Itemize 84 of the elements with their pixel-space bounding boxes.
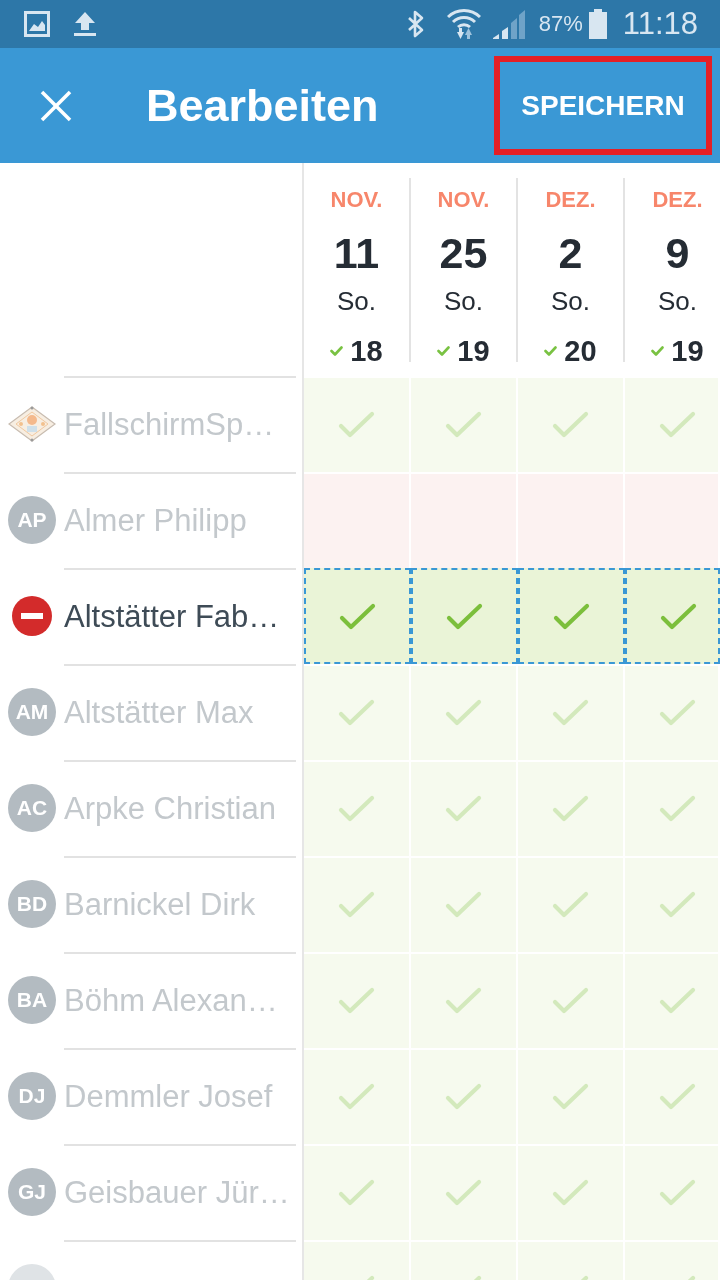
- check-icon: [552, 795, 589, 823]
- upload-icon: [74, 11, 96, 37]
- check-icon: [659, 1179, 696, 1207]
- check-icon: [659, 987, 696, 1015]
- bluetooth-icon: [406, 9, 425, 39]
- member-name: Demmler Josef: [64, 1079, 273, 1115]
- day-number: 11: [333, 229, 380, 277]
- weekday-label: So.: [551, 285, 590, 317]
- member-name: Böhm Alexan…: [64, 983, 278, 1019]
- signal-icon: [492, 9, 525, 39]
- member-name: Altstätter Fab…: [64, 599, 280, 635]
- member-name: Almer Philipp: [64, 503, 247, 539]
- clock-time: 11:18: [622, 6, 698, 42]
- check-icon: [338, 891, 375, 919]
- remove-icon[interactable]: [12, 596, 52, 636]
- battery-percentage: 87%: [538, 11, 583, 37]
- check-icon: [445, 699, 482, 727]
- availability-cell[interactable]: [411, 568, 518, 664]
- check-icon: [651, 346, 665, 356]
- check-icon: [338, 411, 375, 439]
- wifi-icon: [446, 8, 481, 40]
- check-icon: [659, 1083, 696, 1111]
- check-icon: [446, 603, 483, 631]
- check-icon: [659, 699, 696, 727]
- month-label: NOV.: [437, 186, 490, 214]
- avatar: BD: [8, 880, 56, 928]
- check-icon: [445, 1179, 482, 1207]
- check-icon: [445, 795, 482, 823]
- month-label: DEZ.: [652, 186, 703, 214]
- member-name: Barnickel Dirk: [64, 887, 256, 923]
- check-icon: [338, 699, 375, 727]
- day-number: 2: [558, 229, 583, 277]
- attendance-count: 18: [350, 334, 383, 368]
- check-icon: [338, 987, 375, 1015]
- check-icon: [338, 1083, 375, 1111]
- avatar: GJ: [8, 1168, 56, 1216]
- avatar: DJ: [8, 1072, 56, 1120]
- availability-cell[interactable]: [625, 568, 720, 664]
- check-icon: [659, 795, 696, 823]
- check-icon: [660, 603, 697, 631]
- check-icon: [339, 603, 376, 631]
- check-icon: [553, 603, 590, 631]
- member-name: FallschirmSp…: [64, 407, 275, 443]
- check-icon: [445, 891, 482, 919]
- check-icon: [330, 346, 344, 356]
- avatar: BA: [8, 976, 56, 1024]
- month-label: DEZ.: [545, 186, 596, 214]
- avatar: AM: [8, 688, 56, 736]
- avatar: AC: [8, 784, 56, 832]
- avatar: AP: [8, 496, 56, 544]
- availability-cell[interactable]: [518, 568, 625, 664]
- check-icon: [338, 1179, 375, 1207]
- check-icon: [552, 1083, 589, 1111]
- battery-icon: [588, 9, 607, 39]
- check-icon: [552, 987, 589, 1015]
- check-icon: [552, 411, 589, 439]
- check-icon: [659, 891, 696, 919]
- weekday-label: So.: [337, 285, 376, 317]
- check-icon: [552, 891, 589, 919]
- weekday-label: So.: [444, 285, 483, 317]
- check-icon: [445, 1083, 482, 1111]
- check-icon: [445, 987, 482, 1015]
- month-label: NOV.: [330, 186, 383, 214]
- screen-title: Bearbeiten: [146, 79, 379, 132]
- emblem-icon: [8, 406, 56, 442]
- attendance-count: 19: [457, 334, 490, 368]
- image-icon: [24, 11, 50, 37]
- check-icon: [659, 411, 696, 439]
- member-name: Arpke Christian: [64, 791, 276, 827]
- day-number: 25: [439, 229, 488, 277]
- availability-cell[interactable]: [304, 568, 411, 664]
- check-icon: [552, 699, 589, 727]
- member-name: Altstätter Max: [64, 695, 254, 731]
- check-icon: [445, 411, 482, 439]
- check-icon: [544, 346, 558, 356]
- weekday-label: So.: [658, 285, 697, 317]
- check-icon: [437, 346, 451, 356]
- day-number: 9: [665, 229, 690, 277]
- attendance-count: 20: [564, 334, 597, 368]
- check-icon: [338, 795, 375, 823]
- member-name: Geisbauer Jür…: [64, 1175, 290, 1211]
- attendance-count: 19: [671, 334, 704, 368]
- save-button[interactable]: SPEICHERN: [494, 56, 712, 155]
- check-icon: [552, 1179, 589, 1207]
